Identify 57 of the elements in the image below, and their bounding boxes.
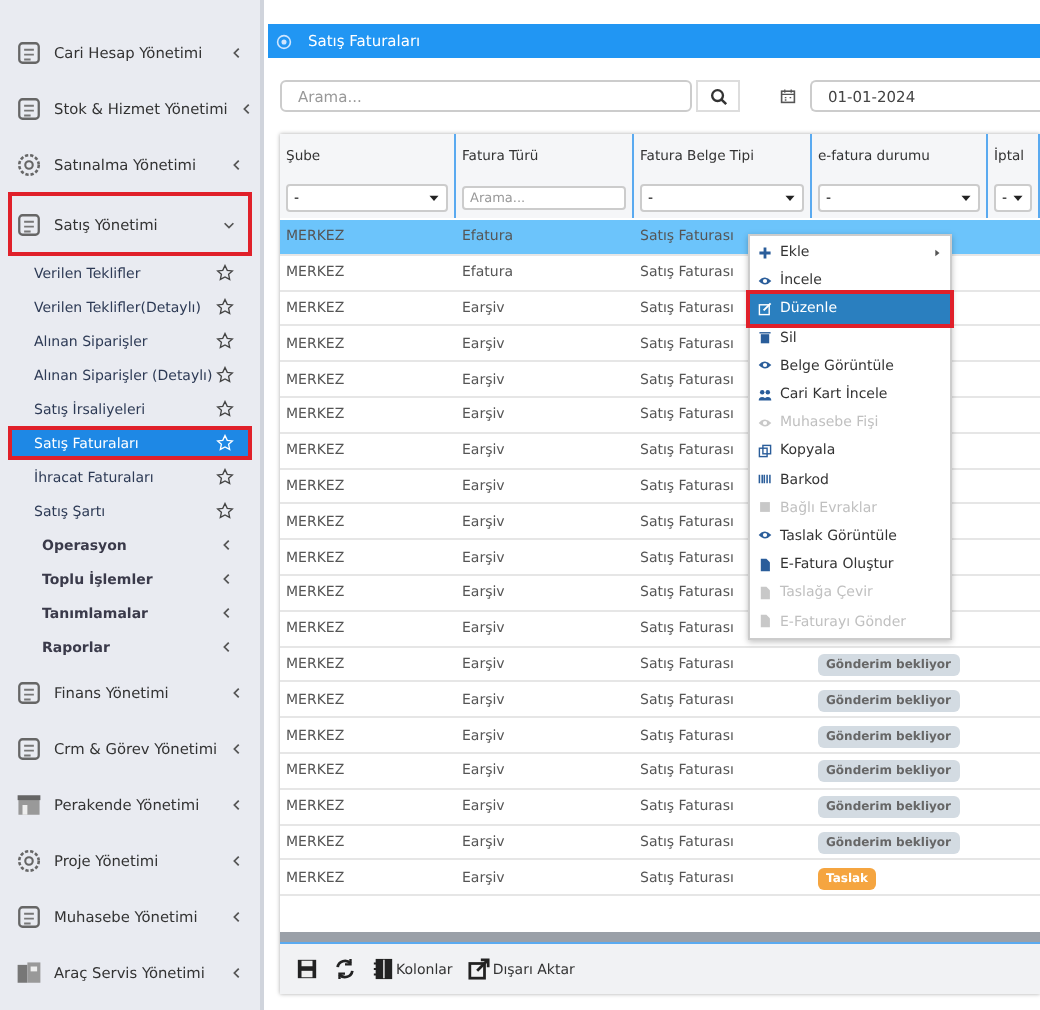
module-icon xyxy=(16,903,42,929)
gear-icon xyxy=(16,847,42,873)
circle-icon xyxy=(276,33,292,49)
copy-icon xyxy=(758,443,772,458)
chevron-left-icon xyxy=(220,538,234,552)
star-icon[interactable] xyxy=(216,400,234,418)
edit-icon xyxy=(758,301,772,316)
chevron-left-icon xyxy=(230,741,244,755)
calendar-icon xyxy=(780,88,796,104)
module-icon xyxy=(16,39,42,65)
chevron-left-icon xyxy=(230,797,244,811)
scrollbar[interactable] xyxy=(280,932,1040,944)
chevron-left-icon xyxy=(230,45,244,59)
gear-icon xyxy=(16,151,42,177)
caret-icon xyxy=(1012,192,1024,204)
external-link-icon xyxy=(468,958,491,980)
chevron-left-icon xyxy=(230,853,244,867)
module-icon xyxy=(16,735,42,761)
star-icon[interactable] xyxy=(216,468,234,486)
store-icon xyxy=(16,791,42,817)
star-icon[interactable] xyxy=(216,298,234,316)
chevron-left-icon xyxy=(230,157,244,171)
vehicle-icon xyxy=(16,959,42,985)
chevron-left-icon xyxy=(220,640,234,654)
eye-icon xyxy=(758,273,772,288)
trash-icon xyxy=(758,330,772,345)
plus-icon xyxy=(758,245,772,260)
square-icon xyxy=(758,500,772,515)
search-button[interactable] xyxy=(696,80,740,112)
chevron-left-icon xyxy=(230,965,244,979)
chevron-left-icon xyxy=(220,572,234,586)
save-button[interactable] xyxy=(296,958,318,980)
module-icon xyxy=(16,211,42,237)
star-icon[interactable] xyxy=(216,502,234,520)
eye-icon xyxy=(758,415,772,430)
eye-icon xyxy=(758,358,772,373)
submenu-arrow-icon xyxy=(932,247,942,258)
chevron-left-icon xyxy=(230,909,244,923)
search-icon xyxy=(709,87,727,105)
caret-icon xyxy=(960,192,972,204)
refresh-button[interactable] xyxy=(334,958,356,980)
caret-icon xyxy=(784,192,796,204)
notebook-icon xyxy=(372,958,394,980)
chevron-left-icon xyxy=(239,101,254,115)
chevron-left-icon xyxy=(220,606,234,620)
chevron-down-icon xyxy=(222,217,236,231)
eye-icon xyxy=(758,528,772,543)
module-icon xyxy=(16,679,42,705)
users-icon xyxy=(758,387,772,402)
star-icon[interactable] xyxy=(216,332,234,350)
caret-icon xyxy=(428,192,440,204)
module-icon xyxy=(16,95,42,121)
star-icon[interactable] xyxy=(216,264,234,282)
refresh-icon xyxy=(334,958,356,980)
star-icon[interactable] xyxy=(216,366,234,384)
chevron-left-icon xyxy=(230,685,244,699)
barcode-icon xyxy=(758,472,772,487)
